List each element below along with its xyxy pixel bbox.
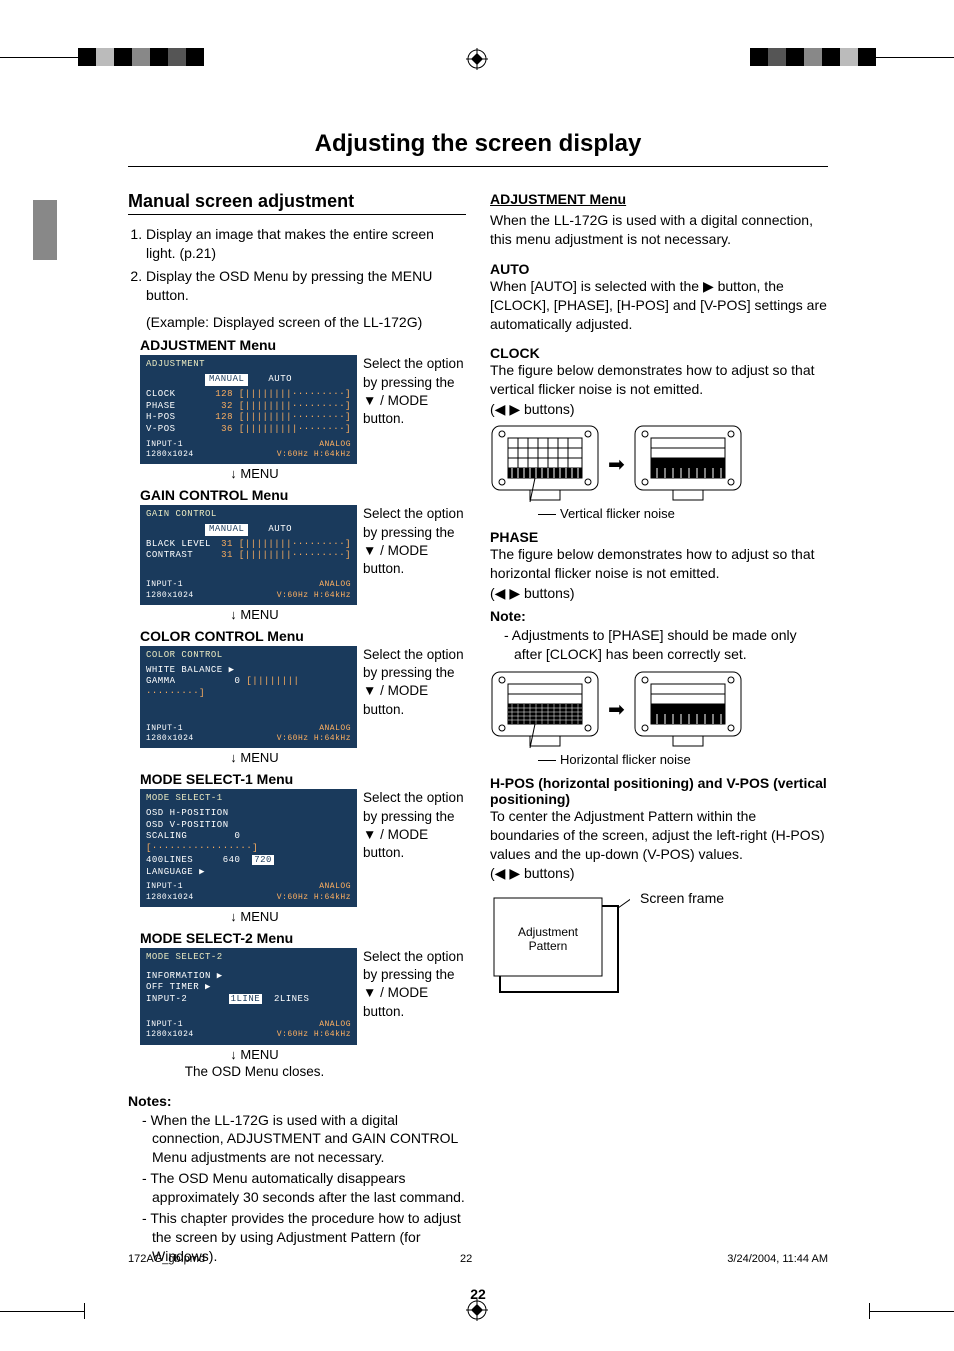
monitor-clean-icon	[633, 424, 743, 504]
notes-list: When the LL-172G is used with a digital …	[128, 1111, 466, 1266]
arrow-right-icon: ➡	[608, 452, 625, 477]
menu-label-adjustment: ADJUSTMENT Menu	[140, 337, 466, 353]
phase-heading: PHASE	[490, 529, 828, 545]
osd-adjustment: ADJUSTMENT MANUALAUTO CLOCK128 [||||||||…	[140, 355, 357, 464]
menu-label-color: COLOR CONTROL Menu	[140, 628, 466, 644]
hpos-heading: H-POS (horizontal positioning) and V-POS…	[490, 775, 828, 807]
auto-heading: AUTO	[490, 261, 828, 277]
side-text: Select the option by pressing the ▼ / MO…	[363, 948, 466, 1021]
svg-text:Pattern: Pattern	[529, 939, 568, 953]
auto-text: When [AUTO] is selected with the ▶ butto…	[490, 277, 828, 334]
phase-note-list: Adjustments to [PHASE] should be made on…	[490, 626, 828, 664]
monitor-noise-icon	[490, 670, 600, 750]
page-title: Adjusting the screen display	[128, 130, 828, 167]
hpos-text: To center the Adjustment Pattern within …	[490, 807, 828, 864]
clock-buttons: (◀ ▶ buttons)	[490, 401, 828, 418]
left-column: Manual screen adjustment Display an imag…	[128, 191, 466, 1268]
right-column: ADJUSTMENT Menu When the LL-172G is used…	[490, 191, 828, 1268]
menu-arrow: ↓ MENU	[140, 750, 369, 765]
frame-diagram: Adjustment Pattern Screen frame	[490, 888, 828, 998]
steps-list: Display an image that makes the entire s…	[128, 225, 466, 305]
osd-mode2: MODE SELECT-2 INFORMATION ▶ OFF TIMER ▶ …	[140, 948, 357, 1045]
step-2: Display the OSD Menu by pressing the MEN…	[146, 267, 466, 305]
phase-note-heading: Note:	[490, 608, 828, 624]
side-text: Select the option by pressing the ▼ / MO…	[363, 646, 466, 719]
note-item: When the LL-172G is used with a digital …	[142, 1111, 466, 1168]
clock-heading: CLOCK	[490, 345, 828, 361]
phase-text: The figure below demonstrates how to adj…	[490, 545, 828, 583]
adjustment-menu-text: When the LL-172G is used with a digital …	[490, 211, 828, 249]
footer-page: 22	[460, 1253, 472, 1265]
adjustment-menu-heading: ADJUSTMENT Menu	[490, 191, 828, 207]
frame-label: Screen frame	[640, 888, 724, 906]
example-text: (Example: Displayed screen of the LL-172…	[146, 313, 466, 332]
clock-diagram: ➡	[490, 424, 828, 504]
phase-diagram: ➡	[490, 670, 828, 750]
osd-mode1: MODE SELECT-1 OSD H-POSITION OSD V-POSIT…	[140, 789, 357, 907]
section-heading: Manual screen adjustment	[128, 191, 466, 215]
phase-note-item: Adjustments to [PHASE] should be made on…	[504, 626, 828, 664]
menu-label-mode1: MODE SELECT-1 Menu	[140, 771, 466, 787]
clock-caption: Vertical flicker noise	[538, 506, 828, 521]
pattern-label: Adjustment	[518, 925, 579, 939]
arrow-right-icon: ➡	[608, 697, 625, 722]
monitor-clean-icon	[633, 670, 743, 750]
osd-color: COLOR CONTROL WHITE BALANCE ▶ GAMMA 0 [|…	[140, 646, 357, 749]
registration-mark-bottom	[466, 1299, 488, 1321]
side-text: Select the option by pressing the ▼ / MO…	[363, 789, 466, 862]
menu-arrow: ↓ MENU	[140, 909, 369, 924]
monitor-noise-icon	[490, 424, 600, 504]
side-tab	[33, 200, 57, 260]
hpos-buttons: (◀ ▶ buttons)	[490, 865, 828, 882]
clock-text: The figure below demonstrates how to adj…	[490, 361, 828, 399]
menu-arrow: ↓ MENU	[140, 466, 369, 481]
registration-mark-top	[466, 48, 488, 76]
menu-arrow: ↓ MENU	[140, 607, 369, 622]
side-text: Select the option by pressing the ▼ / MO…	[363, 355, 466, 428]
footer-date: 3/24/2004, 11:44 AM	[727, 1253, 828, 1265]
menu-label-mode2: MODE SELECT-2 Menu	[140, 930, 466, 946]
footer-filename: 172AG_gb.pmd	[128, 1253, 205, 1265]
step-1: Display an image that makes the entire s…	[146, 225, 466, 263]
osd-close-text: The OSD Menu closes.	[140, 1064, 369, 1079]
phase-caption: Horizontal flicker noise	[538, 752, 828, 767]
menu-label-gain: GAIN CONTROL Menu	[140, 487, 466, 503]
phase-buttons: (◀ ▶ buttons)	[490, 585, 828, 602]
screen-frame-icon: Adjustment Pattern	[490, 888, 630, 998]
print-footer: 172AG_gb.pmd 22 3/24/2004, 11:44 AM	[128, 1253, 828, 1265]
osd-gain: GAIN CONTROL MANUALAUTO BLACK LEVEL31 [|…	[140, 505, 357, 605]
note-item: The OSD Menu automatically disappears ap…	[142, 1169, 466, 1207]
side-text: Select the option by pressing the ▼ / MO…	[363, 505, 466, 578]
notes-heading: Notes:	[128, 1093, 466, 1109]
menu-arrow: ↓ MENU	[140, 1047, 369, 1062]
